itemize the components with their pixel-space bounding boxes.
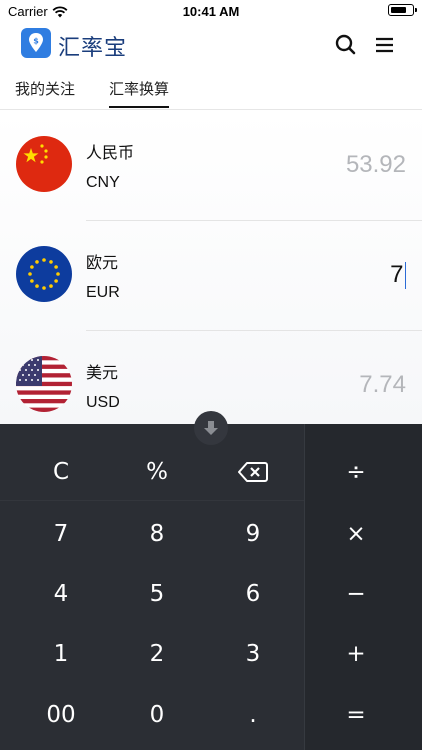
key-plus[interactable]: +	[306, 629, 406, 679]
menu-icon[interactable]	[372, 32, 398, 58]
currency-code: EUR	[86, 284, 120, 301]
currency-name: 人民币	[86, 145, 135, 162]
key-5[interactable]: 5	[107, 569, 207, 619]
currency-amount[interactable]: 7.74	[359, 371, 406, 399]
key-4[interactable]: 4	[11, 569, 111, 619]
china-flag-icon	[16, 136, 72, 192]
key-backspace[interactable]	[203, 447, 303, 497]
key-0[interactable]: 0	[107, 690, 207, 740]
currency-name: 欧元	[86, 255, 119, 272]
currency-amount[interactable]: 53.92	[346, 151, 406, 179]
key-00[interactable]: 00	[11, 690, 111, 740]
key-2[interactable]: 2	[107, 629, 207, 679]
currency-list: 人民币 CNY 53.92 欧元 EUR 7 美元 USD 7.74	[0, 111, 422, 424]
eu-flag-icon	[16, 246, 72, 302]
key-3[interactable]: 3	[203, 629, 303, 679]
currency-code: USD	[86, 394, 120, 411]
key-8[interactable]: 8	[107, 509, 207, 559]
text-cursor	[404, 262, 406, 290]
arrow-down-icon	[204, 421, 218, 435]
currency-row-eur[interactable]: 欧元 EUR 7	[0, 221, 422, 331]
key-9[interactable]: 9	[203, 509, 303, 559]
tab-exchange[interactable]: 汇率换算	[109, 78, 170, 108]
status-bar: Carrier 10:41 AM	[0, 0, 422, 22]
app-logo-icon: $	[21, 28, 51, 58]
currency-code: CNY	[86, 174, 120, 191]
key-decimal[interactable]: .	[203, 690, 303, 740]
keypad-divider	[0, 500, 304, 501]
status-time: 10:41 AM	[182, 4, 240, 19]
key-multiply[interactable]: ×	[306, 509, 406, 559]
currency-name: 美元	[86, 365, 119, 382]
key-7[interactable]: 7	[11, 509, 111, 559]
key-6[interactable]: 6	[203, 569, 303, 619]
app-title: 汇率宝	[58, 35, 128, 60]
tab-bar: 我的关注 汇率换算	[0, 68, 422, 110]
battery-icon	[388, 4, 417, 16]
us-flag-icon	[16, 356, 72, 412]
calculator-keypad: C % ÷ 7 8 9 × 4 5 6 − 1 2 3 + 00 0 . =	[0, 424, 422, 750]
key-minus[interactable]: −	[306, 569, 406, 619]
key-divide[interactable]: ÷	[306, 447, 406, 497]
svg-text:$: $	[33, 37, 39, 46]
currency-amount-input[interactable]: 7	[390, 261, 406, 290]
collapse-keyboard-button[interactable]	[194, 411, 228, 445]
search-icon[interactable]	[333, 32, 359, 58]
amount-value: 7	[390, 261, 404, 288]
key-clear[interactable]: C	[11, 447, 111, 497]
currency-row-cny[interactable]: 人民币 CNY 53.92	[0, 111, 422, 221]
key-percent[interactable]: %	[107, 447, 207, 497]
key-1[interactable]: 1	[11, 629, 111, 679]
app-header: $ 汇率宝	[0, 22, 422, 64]
backspace-icon	[238, 462, 268, 482]
key-equals[interactable]: =	[306, 690, 406, 740]
tab-favorites[interactable]: 我的关注	[15, 78, 75, 108]
